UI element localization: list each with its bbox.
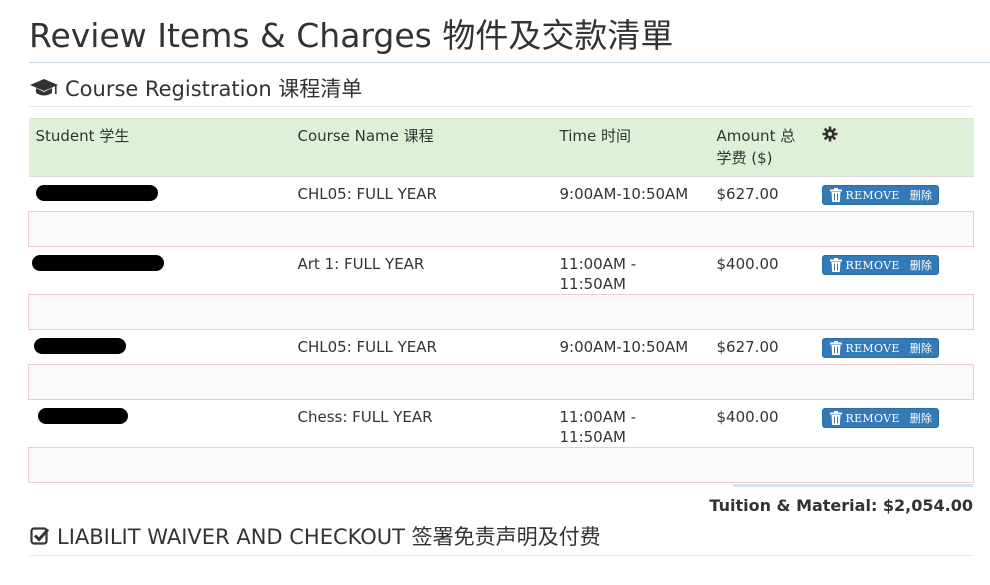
course-registration-title: Course Registration 课程清单	[65, 77, 363, 101]
course-name-cell: CHL05: FULL YEAR	[290, 176, 553, 212]
remove-label: REMOVE	[845, 258, 900, 272]
course-name-cell: Chess: FULL YEAR	[290, 399, 553, 448]
remove-button[interactable]: REMOVE 删除	[821, 408, 940, 428]
redacted-student-name	[33, 338, 126, 354]
redacted-student-name	[31, 255, 164, 271]
row-detail	[28, 447, 974, 483]
waiver-checkout-heading: LIABILIT WAIVER AND CHECKOUT 签署免责声明及付费	[29, 521, 601, 551]
page-title: Review Items & Charges 物件及交款清單	[29, 16, 674, 55]
header-settings	[814, 118, 974, 177]
trash-icon	[829, 188, 842, 202]
title-divider	[29, 62, 990, 63]
row-detail	[28, 364, 974, 400]
remove-button[interactable]: REMOVE 删除	[821, 255, 940, 275]
row-detail	[28, 211, 974, 247]
student-cell	[28, 329, 291, 365]
remove-label: REMOVE	[845, 188, 900, 202]
action-cell: REMOVE 删除	[814, 176, 974, 212]
action-cell: REMOVE 删除	[814, 329, 974, 365]
remove-label-cn: 删除	[909, 342, 933, 355]
course-section-divider	[29, 106, 973, 107]
remove-label: REMOVE	[845, 341, 900, 355]
header-student: Student 学生	[28, 118, 291, 177]
header-time: Time 时间	[552, 118, 710, 177]
course-name-cell: Art 1: FULL YEAR	[290, 246, 553, 295]
waiver-checkout-title: LIABILIT WAIVER AND CHECKOUT 签署免责声明及付费	[57, 525, 601, 549]
amount-cell: $400.00	[709, 246, 815, 295]
remove-label-cn: 删除	[909, 412, 933, 425]
time-cell: 9:00AM-10:50AM	[552, 176, 710, 212]
time-cell: 11:00AM - 11:50AM	[552, 246, 710, 295]
gear-icon	[822, 126, 838, 148]
remove-button[interactable]: REMOVE 删除	[821, 185, 940, 205]
checkbox-checked-icon	[29, 523, 51, 549]
table-row: Art 1: FULL YEAR 11:00AM - 11:50AM $400.…	[28, 246, 974, 295]
amount-cell: $627.00	[709, 176, 815, 212]
course-name-cell: CHL05: FULL YEAR	[290, 329, 553, 365]
table-header-row: Student 学生 Course Name 课程 Time 时间 Amount…	[28, 118, 974, 177]
amount-cell: $627.00	[709, 329, 815, 365]
header-course-name: Course Name 课程	[290, 118, 553, 177]
redacted-student-name	[35, 185, 158, 201]
trash-icon	[829, 341, 842, 355]
action-cell: REMOVE 删除	[814, 246, 974, 295]
course-registration-heading: Course Registration 课程清单	[29, 73, 362, 103]
redacted-student-name	[37, 408, 128, 424]
waiver-section-divider	[29, 555, 973, 556]
trash-icon	[829, 411, 842, 425]
remove-label: REMOVE	[845, 411, 900, 425]
total-divider	[733, 484, 973, 487]
tuition-material-total: Tuition & Material: $2,054.00	[709, 496, 973, 515]
time-cell: 9:00AM-10:50AM	[552, 329, 710, 365]
action-cell: REMOVE 删除	[814, 399, 974, 448]
table-row: Chess: FULL YEAR 11:00AM - 11:50AM $400.…	[28, 399, 974, 448]
student-cell	[28, 176, 291, 212]
row-detail	[28, 294, 974, 330]
table-row: CHL05: FULL YEAR 9:00AM-10:50AM $627.00 …	[28, 176, 974, 212]
graduation-cap-icon	[29, 75, 59, 101]
header-amount: Amount 总学费 ($)	[709, 118, 815, 177]
trash-icon	[829, 258, 842, 272]
student-cell	[28, 246, 291, 295]
remove-label-cn: 删除	[909, 189, 933, 202]
remove-button[interactable]: REMOVE 删除	[821, 338, 940, 358]
remove-label-cn: 删除	[909, 259, 933, 272]
amount-cell: $400.00	[709, 399, 815, 448]
course-registration-table: Student 学生 Course Name 课程 Time 时间 Amount…	[28, 118, 974, 483]
table-row: CHL05: FULL YEAR 9:00AM-10:50AM $627.00 …	[28, 329, 974, 365]
student-cell	[28, 399, 291, 448]
time-cell: 11:00AM - 11:50AM	[552, 399, 710, 448]
